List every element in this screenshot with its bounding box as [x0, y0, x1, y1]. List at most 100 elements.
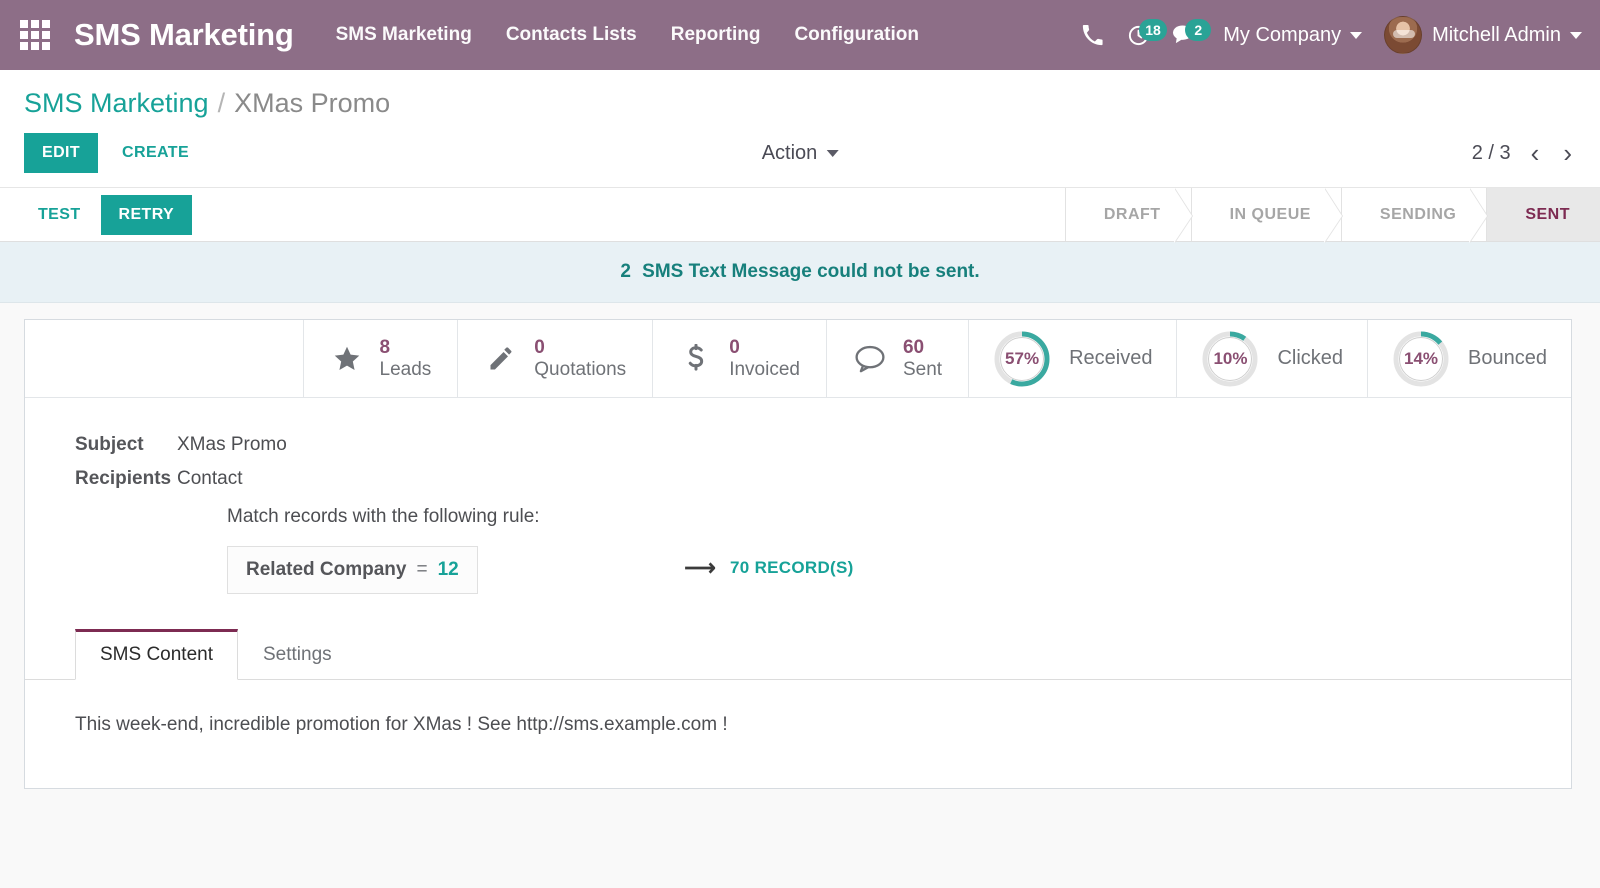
field-row-subject: Subject XMas Promo	[25, 434, 1571, 456]
form-sheet: 8 Leads 0 Quotations	[24, 319, 1572, 789]
stat-text-quotations: 0 Quotations	[534, 337, 626, 381]
stat-button-invoiced[interactable]: 0 Invoiced	[653, 320, 827, 397]
stat-button-leads[interactable]: 8 Leads	[304, 320, 459, 397]
menu-item-configuration[interactable]: Configuration	[794, 24, 919, 46]
stat-button-sent[interactable]: 60 Sent	[827, 320, 969, 397]
field-label-subject: Subject	[25, 434, 177, 456]
avatar[interactable]	[1384, 16, 1422, 54]
apps-grid-icon[interactable]	[18, 18, 52, 52]
chevron-left-icon[interactable]: ‹	[1527, 140, 1544, 166]
form-body: Subject XMas Promo Recipients Contact Ma…	[25, 398, 1571, 788]
main-menu: SMS Marketing Contacts Lists Reporting C…	[336, 24, 919, 46]
donut-percent-clicked: 10%	[1201, 330, 1259, 388]
rule-intro-text: Match records with the following rule:	[227, 506, 1571, 528]
test-button[interactable]: TEST	[24, 197, 95, 233]
menu-item-sms-marketing[interactable]: SMS Marketing	[336, 24, 472, 46]
alert-message: SMS Text Message could not be sent.	[642, 261, 980, 282]
stat-text-leads: 8 Leads	[380, 337, 432, 381]
activity-clock-icon[interactable]: 18	[1115, 13, 1161, 57]
stage-in-queue[interactable]: IN QUEUE	[1191, 188, 1341, 241]
stat-text-sent: 60 Sent	[903, 337, 942, 381]
rule-field-name: Related Company	[246, 559, 406, 581]
user-menu[interactable]: Mitchell Admin	[1432, 24, 1582, 47]
menu-item-contacts-lists[interactable]: Contacts Lists	[506, 24, 637, 46]
donut-label-received: Received	[1069, 347, 1152, 370]
star-icon	[330, 345, 364, 373]
donut-percent-bounced: 14%	[1392, 330, 1450, 388]
status-stages: DRAFT IN QUEUE SENDING SENT	[1065, 188, 1600, 241]
stat-row-spacer	[25, 320, 304, 397]
records-link-label: 70 RECORD(S)	[730, 558, 854, 578]
stat-value-invoiced: 0	[729, 337, 800, 359]
stat-label-leads: Leads	[380, 359, 432, 381]
stat-value-quotations: 0	[534, 337, 626, 359]
stat-value-leads: 8	[380, 337, 432, 359]
donut-label-clicked: Clicked	[1277, 347, 1343, 370]
messages-icon[interactable]: 2	[1161, 13, 1207, 57]
field-label-recipients: Recipients	[25, 468, 177, 490]
chevron-down-icon	[826, 150, 838, 157]
breadcrumb-separator: /	[218, 88, 226, 119]
domain-rule-box[interactable]: Related Company = 12	[227, 546, 478, 594]
stat-label-sent: Sent	[903, 359, 942, 381]
rule-value: 12	[438, 559, 459, 581]
top-navbar: SMS Marketing SMS Marketing Contacts Lis…	[0, 0, 1600, 70]
stat-text-invoiced: 0 Invoiced	[729, 337, 800, 381]
donut-chart-received: 57%	[993, 330, 1051, 388]
dollar-icon	[679, 344, 713, 374]
company-switcher[interactable]: My Company	[1223, 24, 1362, 47]
sheet-wrapper: 8 Leads 0 Quotations	[0, 303, 1600, 789]
alert-count: 2	[620, 261, 631, 282]
breadcrumb-root-link[interactable]: SMS Marketing	[24, 88, 209, 119]
donut-chart-bounced: 14%	[1392, 330, 1450, 388]
stat-label-invoiced: Invoiced	[729, 359, 800, 381]
sms-body-text[interactable]: This week-end, incredible promotion for …	[75, 714, 1521, 736]
alert-banner: 2 SMS Text Message could not be sent.	[0, 242, 1600, 303]
stat-buttons-row: 8 Leads 0 Quotations	[25, 320, 1571, 398]
stat-value-sent: 60	[903, 337, 942, 359]
pencil-icon	[484, 345, 518, 373]
action-dropdown-label: Action	[762, 142, 818, 165]
chevron-down-icon	[1350, 32, 1362, 39]
stage-draft[interactable]: DRAFT	[1065, 188, 1191, 241]
tab-sms-content[interactable]: SMS Content	[75, 629, 238, 680]
stat-button-clicked[interactable]: 10% Clicked	[1177, 320, 1368, 397]
field-value-recipients[interactable]: Contact	[177, 468, 242, 490]
breadcrumb-current: XMas Promo	[234, 88, 390, 119]
stat-label-quotations: Quotations	[534, 359, 626, 381]
stat-button-bounced[interactable]: 14% Bounced	[1368, 320, 1571, 397]
donut-percent-received: 57%	[993, 330, 1051, 388]
menu-item-reporting[interactable]: Reporting	[671, 24, 761, 46]
speech-bubble-icon	[853, 345, 887, 373]
field-value-subject[interactable]: XMas Promo	[177, 434, 287, 456]
control-panel-actions: EDIT CREATE Action 2 / 3 ‹ ›	[24, 133, 1576, 187]
breadcrumb: SMS Marketing / XMas Promo	[24, 88, 1576, 119]
stage-sending[interactable]: SENDING	[1341, 188, 1486, 241]
stat-button-quotations[interactable]: 0 Quotations	[458, 320, 653, 397]
chevron-down-icon	[1570, 32, 1582, 39]
edit-button[interactable]: EDIT	[24, 133, 98, 173]
record-pager: 2 / 3 ‹ ›	[1472, 140, 1576, 166]
status-bar: TEST RETRY DRAFT IN QUEUE SENDING SENT	[0, 187, 1600, 242]
create-button[interactable]: CREATE	[106, 133, 205, 173]
app-brand-title[interactable]: SMS Marketing	[74, 17, 294, 53]
donut-chart-clicked: 10%	[1201, 330, 1259, 388]
records-count-link[interactable]: ⟶ 70 RECORD(S)	[684, 557, 853, 579]
donut-label-bounced: Bounced	[1468, 347, 1547, 370]
retry-button[interactable]: RETRY	[101, 195, 193, 235]
stat-button-received[interactable]: 57% Received	[969, 320, 1177, 397]
navbar-right-group: 18 2 My Company Mitchell Admin	[1069, 13, 1582, 57]
action-dropdown[interactable]: Action	[762, 142, 839, 165]
tabs: SMS Content Settings	[75, 628, 1571, 679]
notebook-tabs-bar: SMS Content Settings	[25, 628, 1571, 680]
stage-sent[interactable]: SENT	[1486, 188, 1600, 241]
arrow-right-icon: ⟶	[684, 557, 716, 579]
chevron-right-icon[interactable]: ›	[1559, 140, 1576, 166]
tab-settings[interactable]: Settings	[238, 629, 357, 680]
tab-panel-sms-content: This week-end, incredible promotion for …	[25, 680, 1571, 788]
company-name: My Company	[1223, 24, 1341, 47]
user-name: Mitchell Admin	[1432, 24, 1561, 47]
phone-icon[interactable]	[1069, 13, 1115, 57]
rule-operator: =	[416, 559, 427, 581]
control-panel: SMS Marketing / XMas Promo EDIT CREATE A…	[0, 70, 1600, 187]
